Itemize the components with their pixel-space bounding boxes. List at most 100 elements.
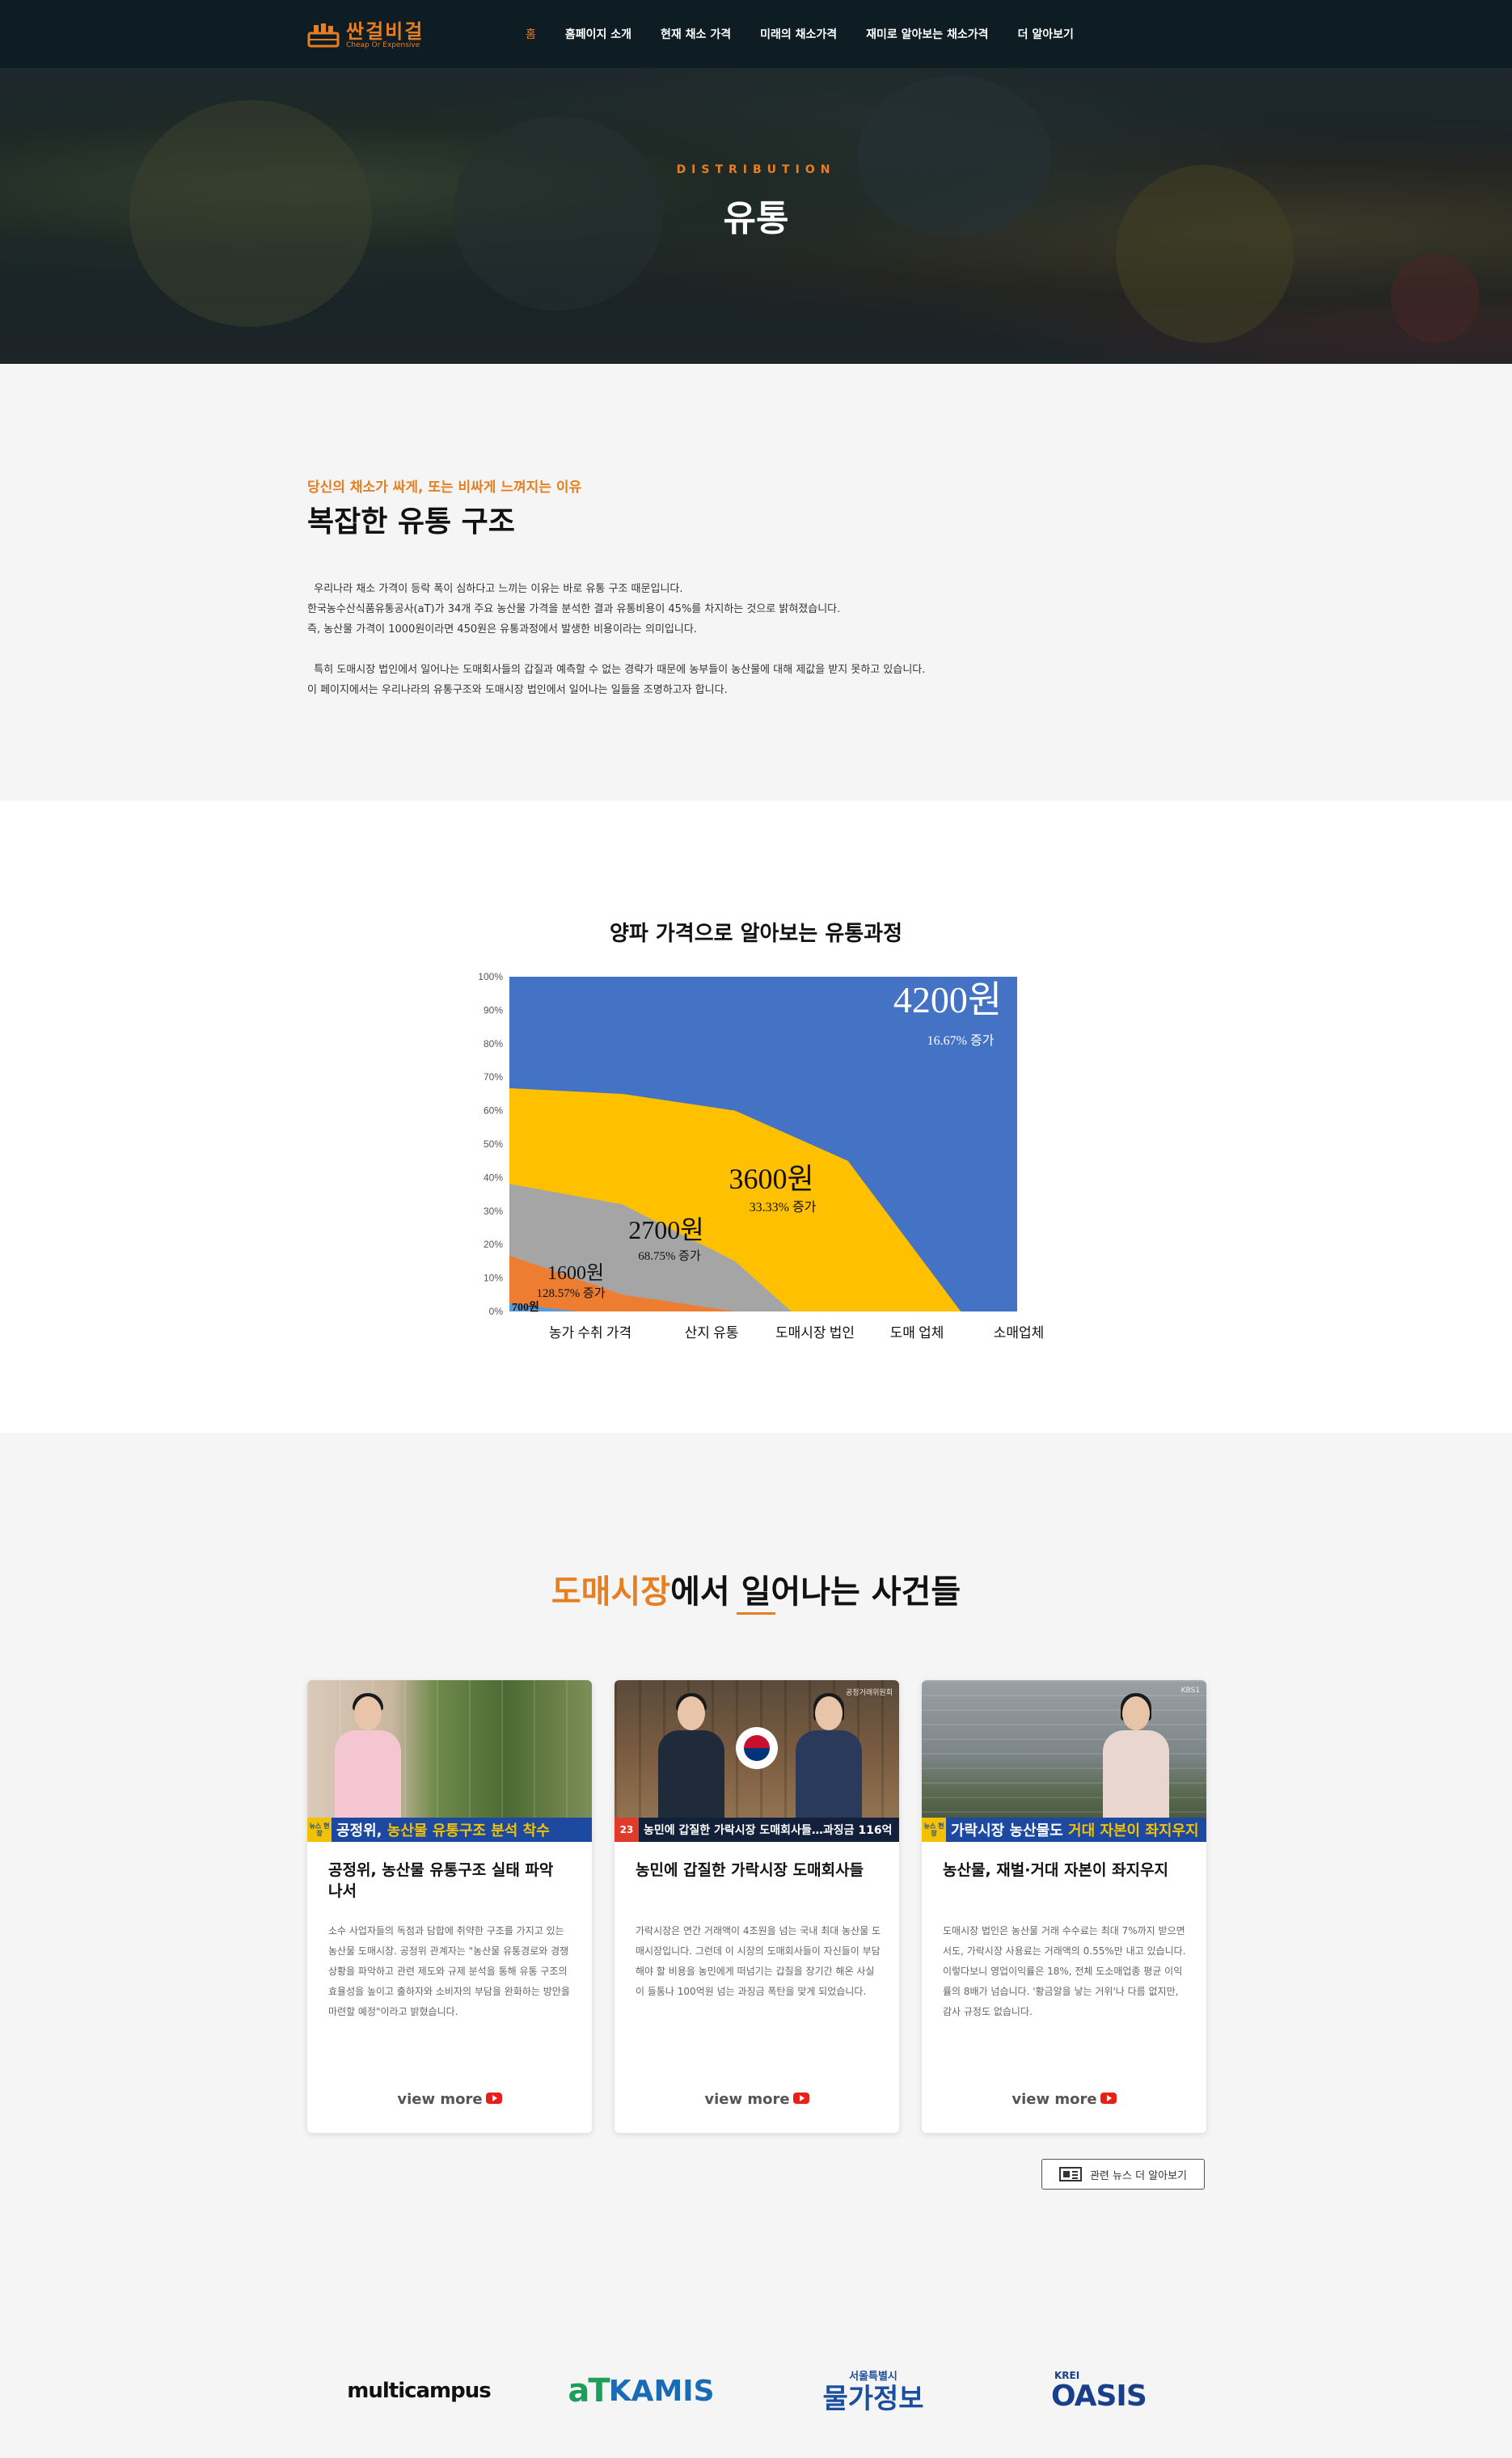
basket-icon	[307, 22, 340, 49]
y-tick-label: 10%	[484, 1273, 503, 1284]
y-tick-label: 20%	[484, 1239, 503, 1250]
news-thumbnail[interactable]: 공정거래위원회 23 농민에 갑질한 가락시장 도매회사들…과징금 116억	[615, 1680, 899, 1842]
broadcaster-logo: 공정거래위원회	[846, 1689, 893, 1697]
x-category-label: 소매업체	[994, 1325, 1045, 1341]
price-label: 700원	[512, 1301, 539, 1314]
caption-tag: 뉴스 현장	[922, 1818, 946, 1842]
menu-item-future-price[interactable]: 미래의 채소가격	[760, 26, 837, 42]
at-logo-text: aT	[568, 2372, 610, 2409]
view-more-link[interactable]: view more	[922, 2091, 1206, 2108]
caption-tag: 23	[615, 1818, 639, 1842]
partner-logo-krei-oasis[interactable]: KREI OASIS	[1051, 2363, 1156, 2419]
partner-logo-seoul-price[interactable]: 서울특별시 물가정보	[817, 2363, 930, 2419]
y-tick-label: 50%	[484, 1138, 503, 1150]
menu-item-fun-price[interactable]: 재미로 알아보는 채소가격	[866, 26, 988, 42]
y-tick-label: 30%	[484, 1206, 503, 1217]
seoul-logo-big: 물가정보	[822, 2382, 924, 2415]
news-thumbnail[interactable]: KBS1 뉴스 현장 가락시장 농산물도 거대 자본이 좌지우지	[922, 1680, 1206, 1842]
intro-body: 우리나라 채소 가격이 등락 폭이 심하다고 느끼는 이유는 바로 유통 구조 …	[307, 579, 1197, 700]
youtube-icon	[792, 2093, 809, 2104]
more-news-button[interactable]: 관련 뉴스 더 알아보기	[1041, 2159, 1205, 2190]
hero-title: 유통	[723, 198, 789, 239]
news-card[interactable]: KBS1 뉴스 현장 가락시장 농산물도 거대 자본이 좌지우지 농산물, 재벌…	[922, 1680, 1206, 2133]
price-label: 1600원	[547, 1263, 604, 1284]
anchor-figure	[792, 1693, 865, 1818]
top-navbar: 싼걸비걸 Cheap Or Expensive 홈 홈페이지 소개 현재 채소 …	[0, 0, 1512, 68]
kamis-logo-text: KAMIS	[608, 2374, 715, 2408]
card-body: 소수 사업자들의 독점과 담합에 취약한 구조를 가지고 있는 농산물 도매시장…	[328, 1925, 570, 2017]
menu-item-home[interactable]: 홈	[526, 26, 536, 42]
partner-logo-atkamis[interactable]: aT KAMIS	[564, 2363, 718, 2419]
y-tick-label: 40%	[484, 1172, 503, 1183]
y-tick-label: 100%	[478, 971, 503, 982]
menu-item-more[interactable]: 더 알아보기	[1018, 26, 1074, 42]
caption-text: 가락시장 농산물도 거대 자본이 좌지우지	[951, 1822, 1199, 1839]
oasis-logo-big: OASIS	[1051, 2380, 1147, 2413]
intro-line: 특히 도매시장 법인에서 일어나는 도매회사들의 갑질과 예측할 수 없는 경략…	[307, 664, 926, 676]
newspaper-icon	[1058, 2167, 1082, 2181]
increase-label: 16.67% 증가	[927, 1033, 995, 1048]
news-card[interactable]: 공정거래위원회 23 농민에 갑질한 가락시장 도매회사들…과징금 116억 농…	[615, 1680, 899, 2133]
intro-line: 한국농수산식품유통공사(aT)가 34개 주요 농산물 가격을 분석한 결과 유…	[307, 603, 841, 615]
caption-tag: 뉴스 현장	[307, 1818, 332, 1842]
view-more-link[interactable]: view more	[307, 2091, 592, 2108]
x-category-label: 도매 업체	[890, 1325, 944, 1341]
x-category-label: 산지 유통	[685, 1325, 739, 1341]
anchor-figure	[655, 1693, 728, 1818]
card-body: 가락시장은 연간 거래액이 4조원을 넘는 국내 최대 농산물 도매시장입니다.…	[636, 1925, 881, 1997]
partners-section: multicampus aT KAMIS 서울특별시 물가정보 KREI OASI…	[0, 2257, 1512, 2458]
news-caption-bar: 뉴스 현장 가락시장 농산물도 거대 자본이 좌지우지	[922, 1818, 1206, 1842]
intro-kicker: 당신의 채소가 싸게, 또는 비싸게 느껴지는 이유	[307, 479, 582, 496]
partner-logo-multicampus[interactable]: multicampus	[338, 2363, 500, 2419]
increase-label: 33.33% 증가	[750, 1200, 817, 1214]
chart-section: 양파 가격으로 알아보는 유통과정 0% 10% 20% 30% 40% 50% 60% 70…	[0, 800, 1512, 1433]
seoul-logo-small: 서울특별시	[849, 2370, 897, 2383]
title-underline	[737, 1612, 775, 1615]
news-caption-bar: 뉴스 현장 공정위, 농산물 유통구조 분석 착수	[307, 1818, 592, 1842]
events-section: 도매시장에서 일어나는 사건들 뉴스 현장 공정위, 농산물 유통구조 분석 착…	[0, 1433, 1512, 2257]
news-caption-bar: 23 농민에 갑질한 가락시장 도매회사들…과징금 116억	[615, 1818, 899, 1842]
logo-subtitle: Cheap Or Expensive	[346, 41, 420, 49]
anchor-figure	[1100, 1693, 1172, 1818]
intro-line: 즉, 농산물 가격이 1000원이라면 450원은 유통과정에서 발생한 비용이…	[307, 623, 697, 636]
more-news-label: 관련 뉴스 더 알아보기	[1089, 2169, 1188, 2182]
price-label: 2700원	[628, 1215, 703, 1244]
events-title-accent: 도매시장	[551, 1573, 671, 1611]
y-tick-label: 60%	[484, 1105, 503, 1117]
increase-label: 128.57% 증가	[536, 1286, 605, 1300]
main-menu: 홈 홈페이지 소개 현재 채소 가격 미래의 채소가격 재미로 알아보는 채소가…	[526, 0, 1103, 68]
site-logo[interactable]: 싼걸비걸 Cheap Or Expensive	[307, 19, 424, 52]
card-title: 농산물, 재벌·거대 자본이 좌지우지	[943, 1861, 1169, 1879]
intro-title: 복잡한 유통 구조	[307, 505, 515, 538]
menu-item-intro[interactable]: 홈페이지 소개	[565, 26, 631, 42]
y-tick-label: 90%	[484, 1004, 503, 1016]
price-label: 4200원	[893, 979, 1002, 1020]
view-more-link[interactable]: view more	[615, 2091, 899, 2108]
y-tick-label: 80%	[484, 1038, 503, 1050]
card-title: 농민에 갑질한 가락시장 도매회사들	[636, 1861, 864, 1879]
x-category-label: 도매시장 법인	[775, 1325, 855, 1341]
youtube-icon	[485, 2093, 502, 2104]
logo-title: 싼걸비걸	[346, 20, 424, 43]
menu-item-current-price[interactable]: 현재 채소 가격	[661, 26, 731, 42]
hero-subtitle: DISTRIBUTION	[676, 163, 836, 176]
x-category-label: 농가 수취 가격	[549, 1325, 631, 1341]
anchor-figure	[332, 1693, 404, 1818]
y-tick-label: 70%	[484, 1071, 503, 1083]
youtube-icon	[1100, 2093, 1117, 2104]
distribution-area-chart: 0% 10% 20% 30% 40% 50% 60% 70% 80% 90% 100% 농가 수취 가…	[478, 971, 1045, 1341]
news-thumbnail[interactable]: 뉴스 현장 공정위, 농산물 유통구조 분석 착수	[307, 1680, 592, 1842]
increase-label: 68.75% 증가	[638, 1249, 701, 1263]
caption-text: 농민에 갑질한 가락시장 도매회사들…과징금 116억	[644, 1824, 893, 1837]
news-card[interactable]: 뉴스 현장 공정위, 농산물 유통구조 분석 착수 공정위, 농산물 유통구조 …	[307, 1680, 592, 2133]
card-body: 도매시장 법인은 농산물 거래 수수료는 최대 7%까지 받으면서도, 가락시장…	[943, 1925, 1186, 2017]
events-title-rest: 에서 일어나는 사건들	[670, 1573, 961, 1611]
card-title: 공정위, 농산물 유통구조 실태 파악 나서	[328, 1861, 554, 1900]
broadcaster-logo: KBS1	[1180, 1687, 1200, 1695]
y-tick-label: 0%	[489, 1306, 504, 1317]
events-title: 도매시장에서 일어나는 사건들	[0, 1565, 1512, 1612]
intro-line: 우리나라 채소 가격이 등락 폭이 심하다고 느끼는 이유는 바로 유통 구조 …	[307, 583, 683, 595]
hero-banner: DISTRIBUTION 유통	[0, 68, 1512, 364]
chart-title: 양파 가격으로 알아보는 유통과정	[609, 922, 903, 946]
intro-line: 이 페이지에서는 우리나라의 유통구조와 도매시장 법인에서 일어나는 일들을 …	[307, 684, 728, 696]
